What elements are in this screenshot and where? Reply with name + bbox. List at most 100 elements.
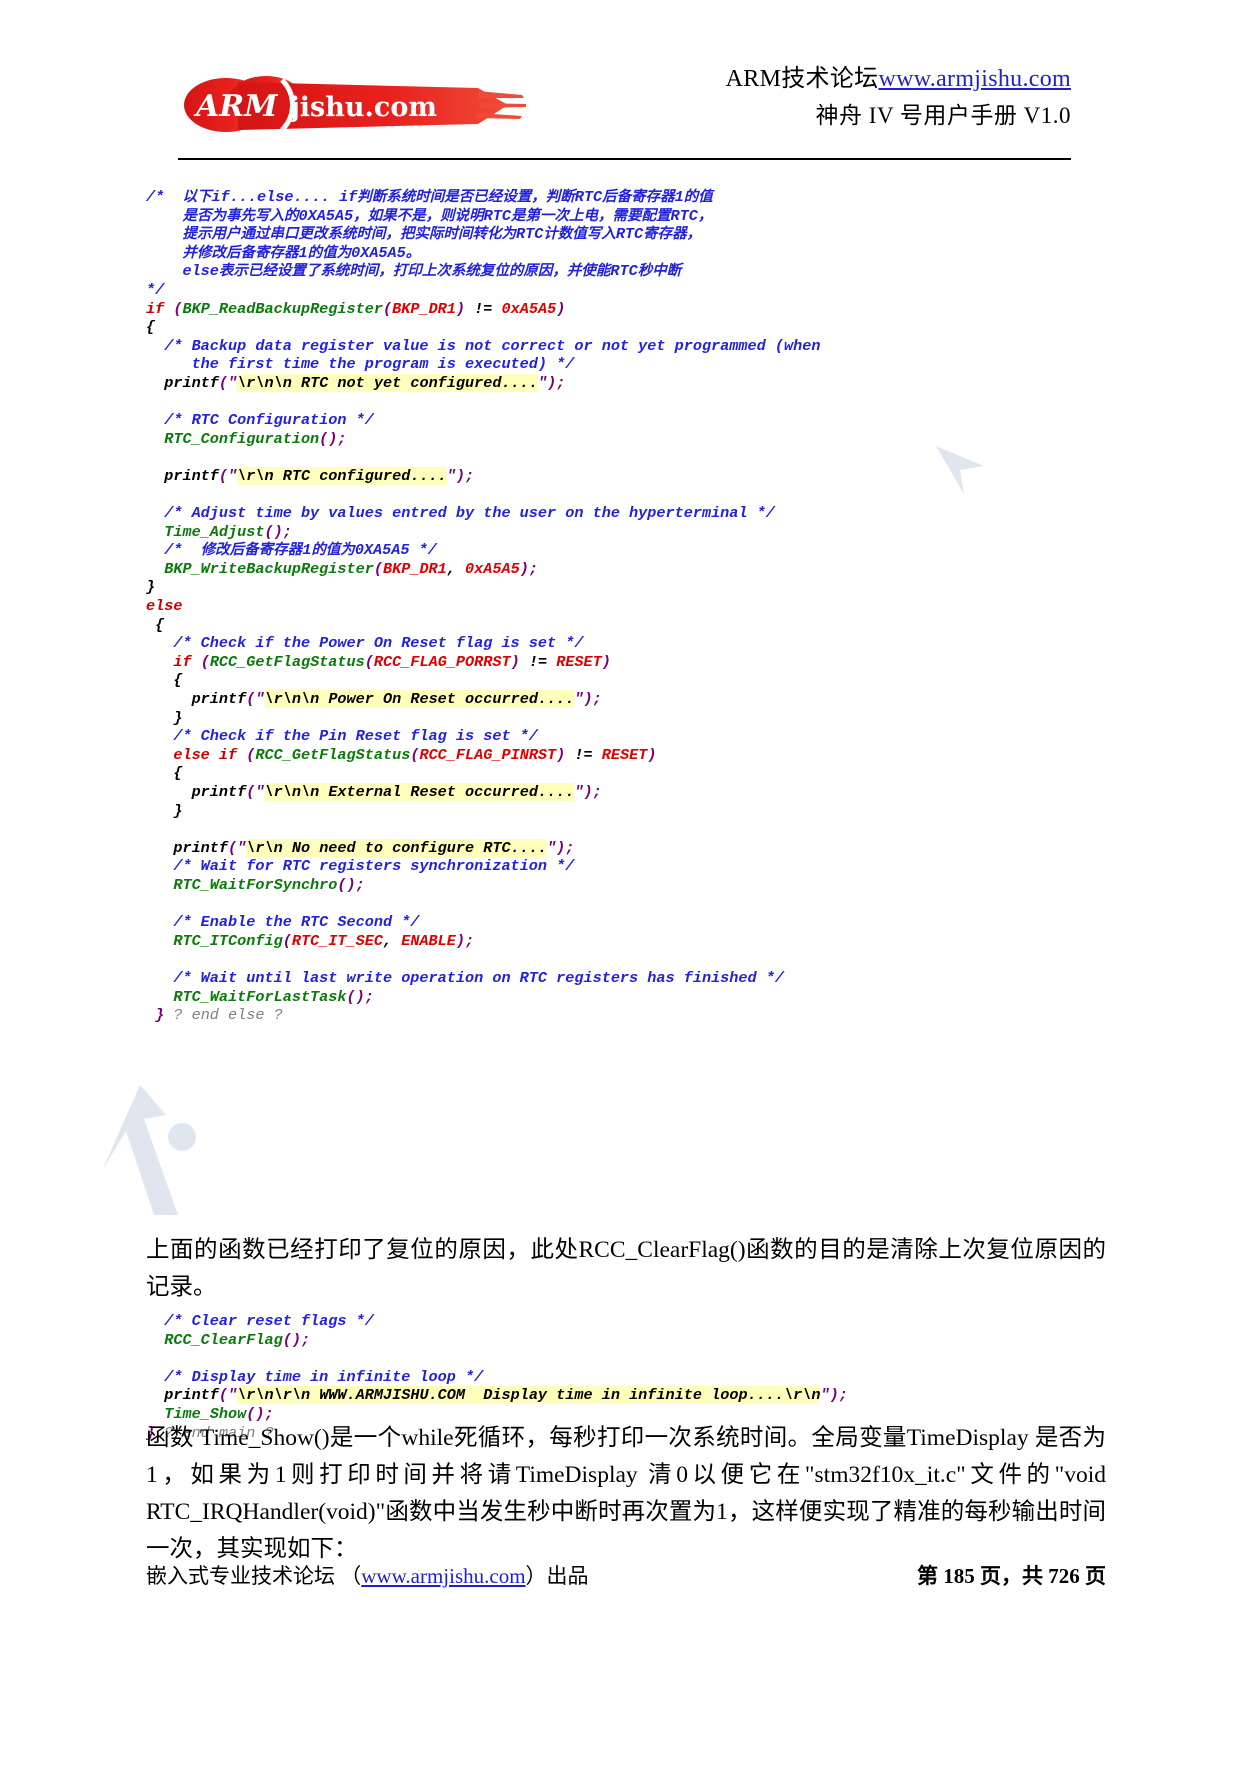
code-token: /* Enable the RTC Second */	[146, 913, 420, 932]
code-token: \r\n RTC configured....	[237, 466, 447, 485]
code-token: 判断系统时间是否已经设置，判断	[357, 189, 575, 205]
code-line: /* Display time in infinite loop */	[146, 1368, 1106, 1387]
code-token: "	[228, 1386, 238, 1405]
code-token: (	[218, 466, 229, 485]
code-token: RESET	[601, 745, 648, 764]
code-token: ();	[346, 987, 374, 1006]
code-line: /* Backup data register value is not cor…	[146, 337, 1106, 356]
code-token: );	[455, 931, 475, 950]
code-token: "	[237, 838, 247, 857]
code-token: the first time the program is executed) …	[146, 355, 575, 374]
header-divider	[178, 158, 1071, 160]
code-token: }	[146, 578, 156, 597]
code-token: "	[574, 690, 584, 709]
code-token: 0XA5A5 */	[354, 541, 437, 560]
code-token: ;	[556, 373, 566, 392]
header-titles: ARM技术论坛www.armjishu.com 神舟 IV 号用户手册 V1.0	[551, 62, 1071, 136]
code-line: if (RCC_GetFlagStatus(RCC_FLAG_PORRST) !…	[146, 653, 1106, 672]
code-token: ();	[282, 1330, 311, 1349]
code-token: 表示已经设置了系统时间，打印上次系统复位的原因，并使能	[218, 263, 611, 280]
code-token: {	[146, 671, 183, 690]
code-token: ? end else ?	[164, 1006, 283, 1025]
code-line: {	[146, 671, 1106, 690]
code-token: 寄存器，	[643, 226, 702, 243]
code-token: (	[191, 652, 210, 671]
code-token: printf	[146, 373, 219, 392]
header-site-url[interactable]: www.armjishu.com	[878, 66, 1071, 92]
code-line: /* RTC Configuration */	[146, 411, 1106, 430]
code-token: RCC_ClearFlag	[146, 1330, 283, 1349]
code-line: {	[146, 318, 1106, 337]
code-line: BKP_WriteBackupRegister(BKP_DR1, 0xA5A5)…	[146, 560, 1106, 579]
code-token: 以下	[182, 189, 212, 205]
code-line: /* Check if the Pin Reset flag is set */	[146, 727, 1106, 746]
code-token: (	[364, 652, 374, 671]
code-token: RCC_GetFlagStatus	[209, 652, 365, 671]
code-token: 。	[405, 244, 421, 261]
code-token: 修改后备寄存器	[200, 542, 303, 559]
code-token: ,	[446, 559, 466, 578]
code-token: (	[282, 931, 292, 950]
code-line: 是否为事先写入的0XA5A5，如果不是，则说明RTC是第一次上电，需要配置RTC…	[146, 207, 1106, 226]
code-line: 并修改后备寄存器1的值为0XA5A5。	[146, 244, 1106, 263]
code-token: )	[556, 745, 566, 764]
code-token: ENABLE	[401, 931, 456, 950]
code-token: (	[382, 299, 393, 318]
footer-credit-prefix: 嵌入式专业技术论坛 （	[146, 1564, 362, 1588]
code-line: /* Adjust time by values entred by the u…	[146, 504, 1106, 523]
code-token: \r\n\n External Reset occurred....	[264, 783, 575, 801]
code-line: RTC_Configuration();	[146, 430, 1106, 449]
code-token: 是第一次上电，需要配置	[511, 207, 671, 224]
code-token: );	[455, 466, 475, 485]
code-token: )	[547, 373, 557, 392]
code-token: */	[146, 280, 165, 299]
code-token: RTC	[574, 188, 603, 206]
page-footer: 嵌入式专业技术论坛 （www.armjishu.com）出品 第 185 页，共…	[146, 1560, 1106, 1600]
code-token: (	[164, 299, 183, 318]
page-number: 第 185 页，共 726 页	[917, 1564, 1106, 1588]
code-line: the first time the program is executed) …	[146, 355, 1106, 374]
footer-credit: 嵌入式专业技术论坛 （www.armjishu.com）出品	[146, 1560, 589, 1590]
code-line: {	[146, 616, 1106, 635]
code-token: 秒中断	[637, 263, 682, 280]
code-token: !=	[519, 652, 557, 671]
code-token: if	[146, 652, 192, 671]
code-token: /* Check if the Pin Reset flag is set */	[146, 727, 538, 746]
code-token: /* Check if the Power On Reset flag is s…	[146, 634, 584, 653]
code-line: RTC_WaitForSynchro();	[146, 876, 1106, 895]
code-line: printf("\r\n No need to configure RTC...…	[146, 838, 1106, 858]
code-token: RTC	[483, 206, 511, 225]
code-line: printf("\r\n\r\n WWW.ARMJISHU.COM Displa…	[146, 1386, 1106, 1405]
code-line: */	[146, 281, 1106, 300]
code-block-rtc-init: /* 以下if...else.... if判断系统时间是否已经设置，判断RTC后…	[146, 188, 1106, 1025]
code-token: RTC_WaitForLastTask	[146, 987, 347, 1006]
code-line: /* Wait until last write operation on RT…	[146, 969, 1106, 988]
code-token: /* RTC Configuration */	[146, 411, 374, 430]
code-token: "	[228, 466, 238, 485]
code-token: RTC	[670, 206, 698, 225]
code-token: printf	[146, 690, 247, 709]
code-token: {	[146, 318, 156, 337]
code-token: 1	[674, 188, 684, 206]
footer-credit-suffix: ）出品	[525, 1564, 589, 1588]
footer-site-link[interactable]: www.armjishu.com	[361, 1564, 525, 1588]
code-token: );	[829, 1386, 848, 1405]
code-token: RESET	[556, 652, 602, 671]
code-line: printf("\r\n\n Power On Reset occurred..…	[146, 690, 1106, 709]
code-token: RTC	[610, 262, 638, 281]
code-token: 并修改后备寄存器	[182, 244, 299, 261]
code-token: Time_Adjust	[146, 522, 265, 541]
code-token: 0XA5A5	[298, 206, 354, 225]
code-token: ();	[337, 875, 365, 894]
code-line: if (BKP_ReadBackupRegister(BKP_DR1) != 0…	[146, 300, 1106, 319]
code-token: "	[255, 783, 265, 801]
code-line: RTC_WaitForLastTask();	[146, 988, 1106, 1007]
code-token: }	[146, 1006, 165, 1025]
document-page: ARM jishu.com ARM技术论坛www.armjishu.com 神舟…	[0, 0, 1249, 1767]
